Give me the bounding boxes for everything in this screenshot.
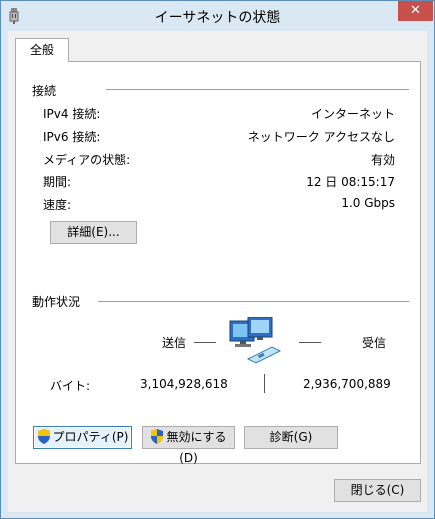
properties-button[interactable]: プロパティ(P) xyxy=(33,426,132,449)
shield-icon xyxy=(37,429,50,444)
close-icon[interactable]: ✕ xyxy=(398,1,433,21)
activity-divider xyxy=(98,301,409,302)
details-button[interactable]: 詳細(E)... xyxy=(50,221,137,244)
activity-heading: 動作状況 xyxy=(32,295,81,309)
speed-label: 速度: xyxy=(43,198,72,212)
shield-icon xyxy=(151,429,164,444)
title-bar[interactable]: イーサネットの状態 ✕ xyxy=(1,1,434,31)
received-label: 受信 xyxy=(362,336,387,350)
tab-general[interactable]: 全般 xyxy=(15,38,69,62)
ipv6-value: ネットワーク アクセスなし xyxy=(247,130,395,144)
disable-button[interactable]: 無効にする(D) xyxy=(142,426,235,465)
bytes-label: バイト: xyxy=(50,379,91,393)
media-state-label: メディアの状態: xyxy=(43,153,131,167)
media-state-value: 有効 xyxy=(370,153,395,167)
tab-panel: 接続 IPv4 接続: インターネット IPv6 接続: ネットワーク アクセス… xyxy=(15,61,421,465)
dialog-client: 全般 接続 IPv4 接続: インターネット IPv6 接続: ネットワーク ア… xyxy=(8,31,427,512)
window-title: イーサネットの状態 xyxy=(154,10,281,26)
connection-heading: 接続 xyxy=(32,84,57,98)
received-dash xyxy=(299,342,321,343)
activity-separator xyxy=(264,374,265,393)
ipv4-value: インターネット xyxy=(310,107,395,121)
duration-value: 12 日 08:15:17 xyxy=(306,175,395,189)
diagnose-button[interactable]: 診断(G) xyxy=(244,426,338,449)
dialog-window: イーサネットの状態 ✕ 全般 接続 IPv4 接続: インターネット IPv6 … xyxy=(0,0,435,519)
disable-label: 無効にする(D) xyxy=(166,430,227,465)
close-button[interactable]: 閉じる(C) xyxy=(334,479,421,502)
properties-label: プロパティ(P) xyxy=(52,430,129,444)
network-activity-icon xyxy=(229,317,282,364)
sent-label: 送信 xyxy=(162,336,187,350)
bytes-received-value: 2,936,700,889 xyxy=(303,377,391,391)
connection-divider xyxy=(106,89,409,90)
ipv6-label: IPv6 接続: xyxy=(43,130,101,144)
duration-label: 期間: xyxy=(43,175,72,189)
speed-value: 1.0 Gbps xyxy=(341,196,395,210)
bytes-sent-value: 3,104,928,618 xyxy=(140,377,228,391)
ipv4-label: IPv4 接続: xyxy=(43,107,101,121)
sent-dash xyxy=(194,342,216,343)
